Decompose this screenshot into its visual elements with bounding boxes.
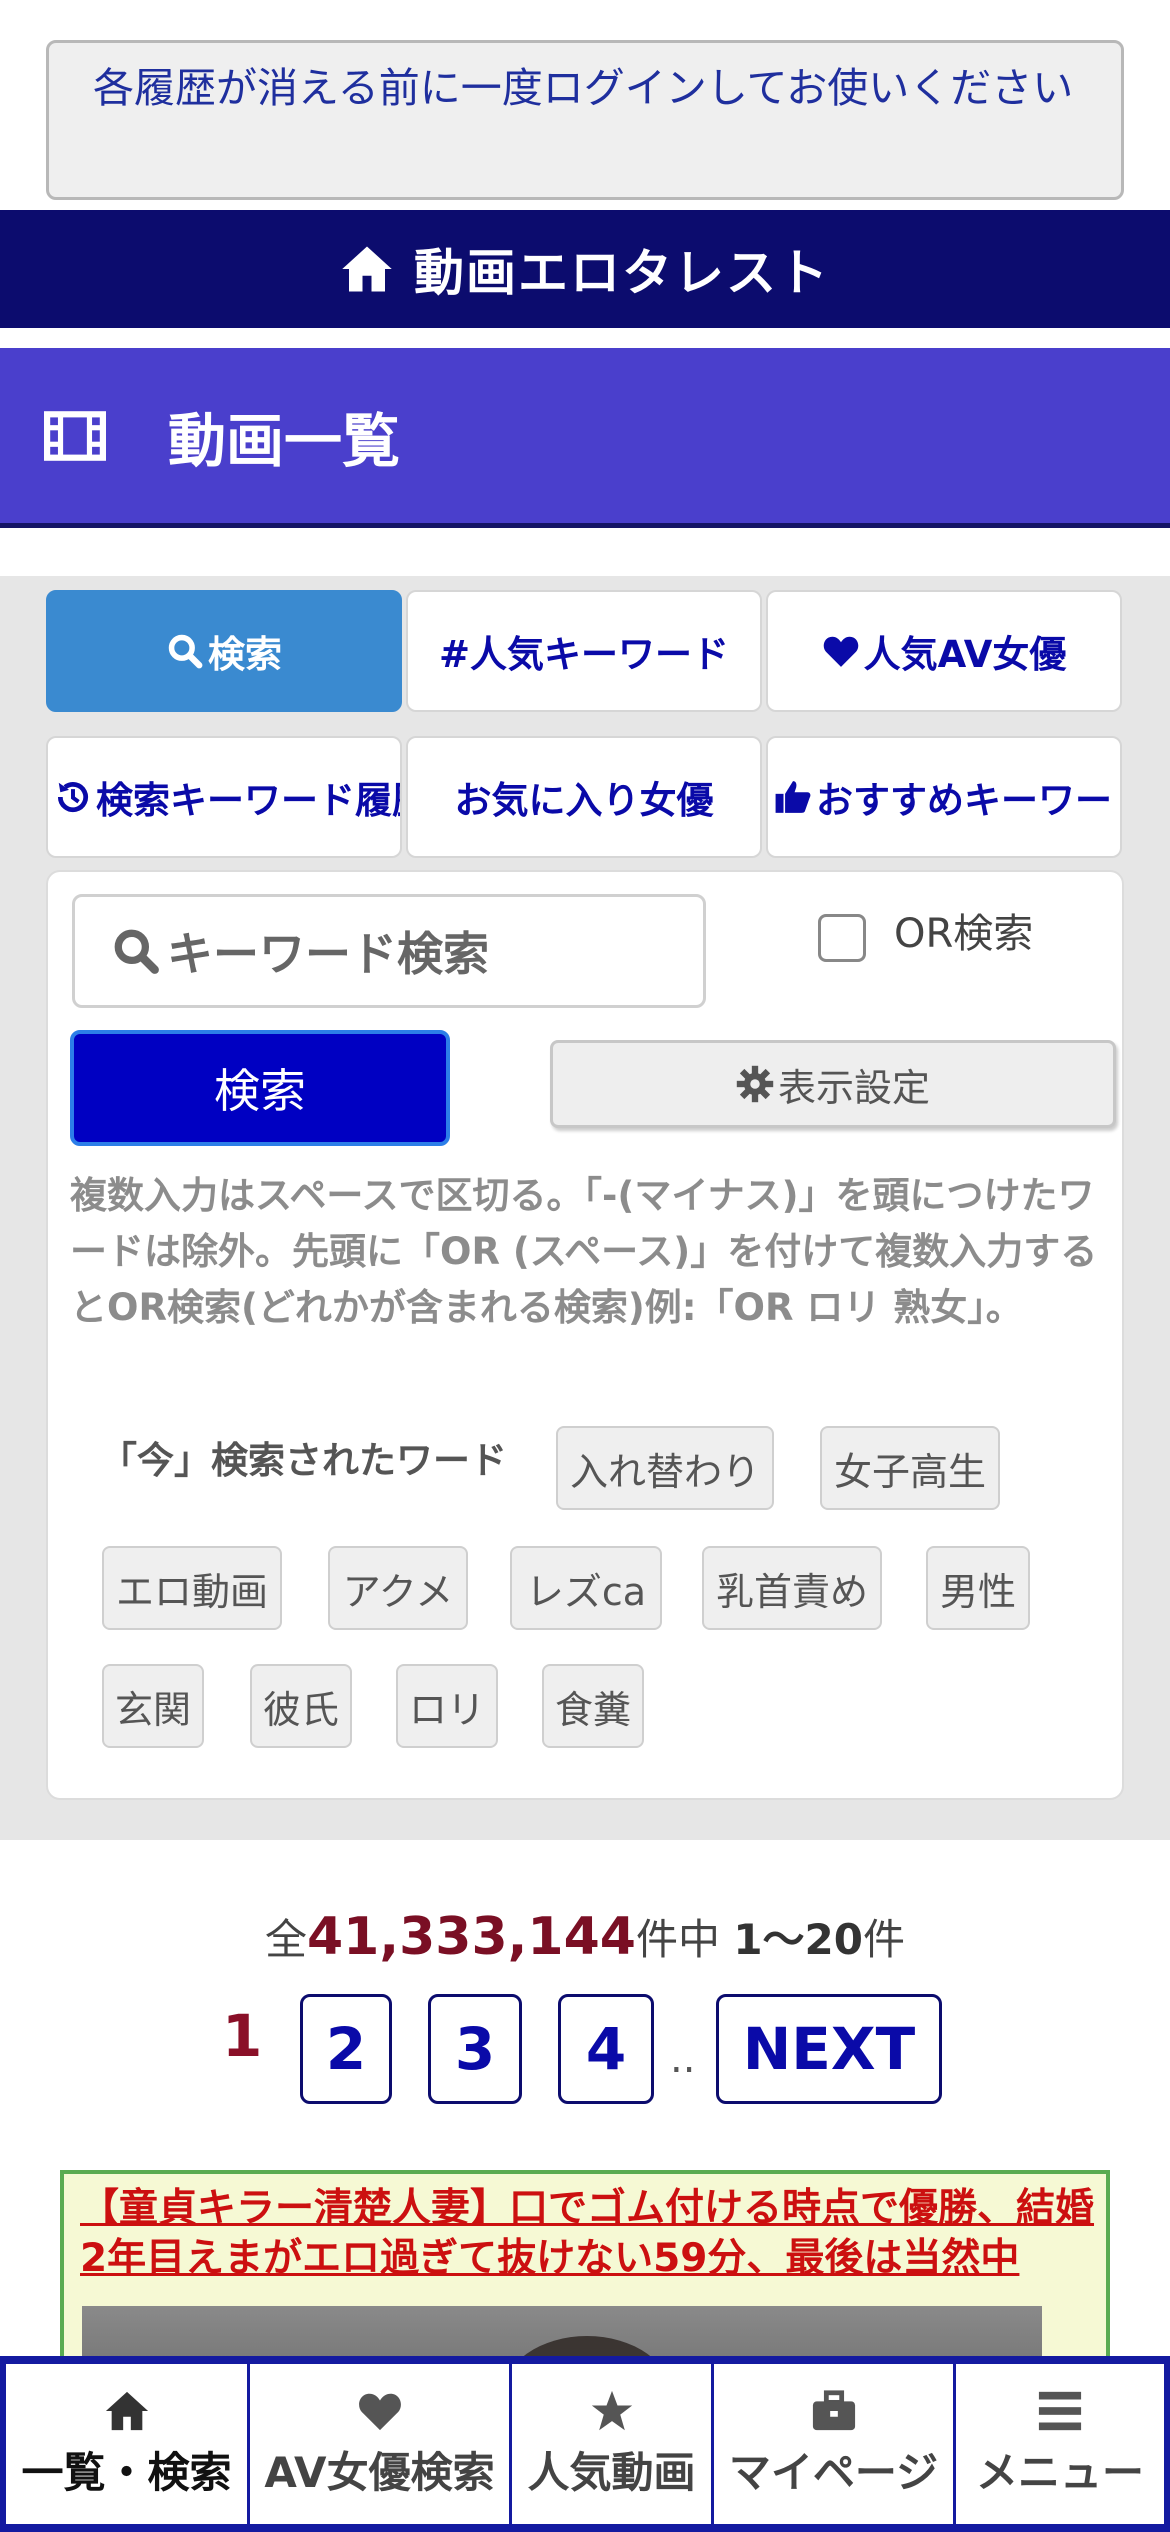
tab-recommended-keywords[interactable]: おすすめキーワード <box>766 736 1122 858</box>
pagination-next[interactable]: NEXT <box>716 1994 942 2104</box>
pagination-page-4[interactable]: 4 <box>558 1994 654 2104</box>
trending-tag[interactable]: 入れ替わり <box>556 1426 774 1510</box>
briefcase-icon <box>812 2389 855 2430</box>
nav-actress-search[interactable]: AV女優検索 <box>250 2364 512 2524</box>
video-title[interactable]: 【童貞キラー清楚人妻】口でゴム付ける時点で優勝、結婚2年目えまがエロ過ぎて抜けな… <box>80 2184 1100 2284</box>
tab-popular-actresses[interactable]: 人気AV女優 <box>766 590 1122 712</box>
search-placeholder: キーワード検索 <box>167 927 489 981</box>
tab-search[interactable]: 検索 <box>46 590 402 712</box>
tab-search-label: 検索 <box>208 633 282 676</box>
trending-tag[interactable]: 男性 <box>926 1546 1030 1630</box>
page-title: 動画一覧 <box>168 406 401 475</box>
tab-popular-keywords-label: #人気キーワード <box>438 633 729 676</box>
tab-search-history-label: 検索キーワード履歴 <box>96 779 402 822</box>
page-title-bar: 動画一覧 <box>0 348 1170 528</box>
or-search-checkbox[interactable] <box>818 914 866 962</box>
search-icon <box>168 634 203 669</box>
login-notice: 各履歴が消える前に一度ログインしてお使いください <box>46 40 1124 200</box>
result-count: 全41,333,144件中 1〜20件 <box>0 1906 1170 1967</box>
trending-tag[interactable]: 彼氏 <box>250 1664 352 1748</box>
search-help-text: 複数入力はスペースで区切る。「-(マイナス)」を頭につけたワードは除外。先頭に「… <box>70 1174 1098 1329</box>
nav-list-search-label: 一覧・検索 <box>21 2447 232 2497</box>
heart-icon <box>358 2393 401 2430</box>
trending-label: 「今」検索されたワード <box>100 1439 507 1482</box>
search-button-label: 検索 <box>214 1064 306 1118</box>
nav-popular-videos[interactable]: 人気動画 <box>512 2364 714 2524</box>
trending-tag[interactable]: 女子高生 <box>820 1426 1000 1510</box>
display-settings-label: 表示設定 <box>777 1065 930 1110</box>
login-notice-text: 各履歴が消える前に一度ログインしてお使いください <box>93 64 1074 112</box>
trending-tag[interactable]: アクメ <box>328 1546 468 1630</box>
site-header[interactable]: 動画エロタレスト <box>0 210 1170 328</box>
display-settings-button[interactable]: 表示設定 <box>550 1040 1116 1128</box>
tab-popular-actresses-label: 人気AV女優 <box>863 633 1067 676</box>
pagination-page-3[interactable]: 3 <box>428 1994 522 2104</box>
gear-icon <box>736 1065 774 1103</box>
result-range: 1〜20 <box>733 1915 863 1964</box>
menu-icon <box>1038 2391 1082 2430</box>
bottom-nav: 一覧・検索 AV女優検索 人気動画 マイページ メニュー <box>0 2356 1170 2532</box>
result-total: 41,333,144 <box>307 1907 636 1967</box>
trending-tag[interactable]: 食糞 <box>542 1664 644 1748</box>
tab-favorite-actresses-label: お気に入り女優 <box>454 779 714 822</box>
history-icon <box>57 782 89 813</box>
tab-recommended-keywords-label: おすすめキーワード <box>816 779 1122 822</box>
home-icon <box>105 2391 148 2430</box>
pagination-page-2[interactable]: 2 <box>300 1994 392 2104</box>
search-icon <box>114 929 159 974</box>
nav-my-page-label: マイページ <box>728 2447 939 2497</box>
trending-tag[interactable]: 乳首責め <box>702 1546 882 1630</box>
pagination-current: 1 <box>222 2002 263 2070</box>
nav-list-search[interactable]: 一覧・検索 <box>6 2364 250 2524</box>
nav-menu[interactable]: メニュー <box>956 2364 1164 2524</box>
trending-tag[interactable]: レズca <box>510 1546 662 1630</box>
home-icon <box>342 246 392 292</box>
result-count-suffix: 件 <box>863 1915 906 1964</box>
tab-favorite-actresses[interactable]: お気に入り女優 <box>406 736 762 858</box>
result-count-prefix: 全 <box>264 1915 307 1964</box>
nav-my-page[interactable]: マイページ <box>714 2364 956 2524</box>
heart-icon <box>823 636 858 667</box>
nav-popular-videos-label: 人気動画 <box>527 2447 696 2497</box>
search-input[interactable]: キーワード検索 <box>72 894 706 1008</box>
search-panel: キーワード検索 OR検索 検索 表示設定 複数入力はスペースで区切る。「-(マイ… <box>46 870 1124 1800</box>
tab-search-history[interactable]: 検索キーワード履歴 <box>46 736 402 858</box>
nav-menu-label: メニュー <box>975 2447 1144 2497</box>
result-count-middle: 件中 <box>635 1915 734 1964</box>
star-icon <box>591 2390 632 2430</box>
trending-tag[interactable]: ロリ <box>396 1664 498 1748</box>
or-search-toggle[interactable]: OR検索 <box>818 898 1033 962</box>
or-search-label: OR検索 <box>894 911 1034 957</box>
nav-actress-search-label: AV女優検索 <box>264 2447 495 2497</box>
pagination-ellipsis: .. <box>670 2036 696 2082</box>
search-button[interactable]: 検索 <box>70 1030 450 1146</box>
thumbs-up-icon <box>775 781 811 813</box>
trending-tag[interactable]: 玄関 <box>102 1664 204 1748</box>
trending-tag[interactable]: エロ動画 <box>102 1546 282 1630</box>
site-name: 動画エロタレスト <box>414 244 830 302</box>
tab-popular-keywords[interactable]: #人気キーワード <box>406 590 762 712</box>
film-icon <box>44 410 106 461</box>
